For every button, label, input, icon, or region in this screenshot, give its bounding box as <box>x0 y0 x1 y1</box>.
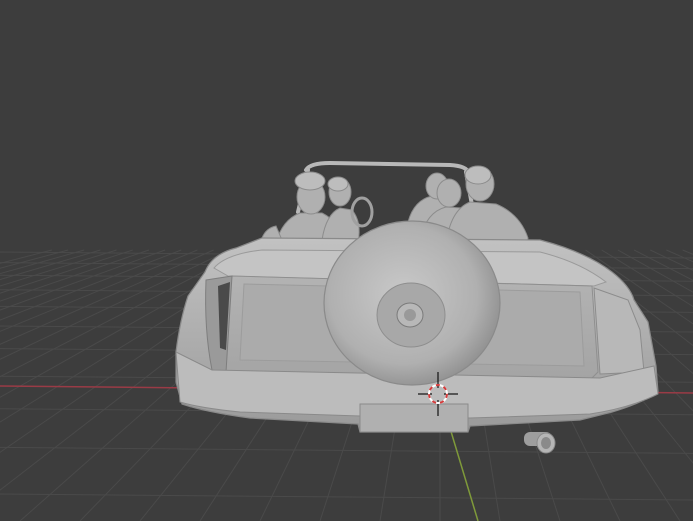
viewport-canvas[interactable] <box>0 0 693 521</box>
3d-viewport[interactable] <box>0 0 693 521</box>
license-plate-recess <box>359 403 469 433</box>
grid-line <box>666 249 693 263</box>
car-model[interactable] <box>175 160 659 454</box>
grid-line <box>0 446 693 454</box>
grid-line <box>682 249 693 255</box>
exhaust-pipe <box>524 432 556 454</box>
right-tail-light <box>593 287 645 375</box>
spare-tire <box>323 220 501 386</box>
